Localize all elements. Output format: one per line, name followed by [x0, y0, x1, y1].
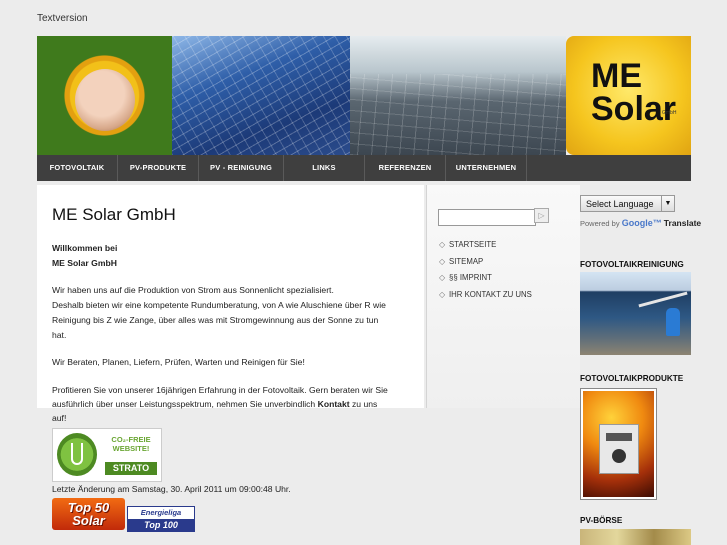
search-button[interactable]: ▷ — [534, 208, 549, 223]
kontakt-link[interactable]: Kontakt — [318, 399, 350, 409]
experience-line-1: Profitieren Sie von unserer 16jährigen E… — [52, 385, 388, 395]
sidebar-link-imprint[interactable]: ◇ §§ IMPRINT — [439, 273, 492, 282]
last-change-text: Letzte Änderung am Samstag, 30. April 20… — [52, 484, 291, 494]
intro-line-3: Reinigung bis Z wie Zange, über alles wa… — [52, 315, 379, 325]
nav-unternehmen[interactable]: UNTERNEHMEN — [446, 155, 527, 181]
product-photo[interactable] — [580, 388, 657, 500]
arrow-icon: ◇ — [439, 290, 446, 299]
arrow-icon: ◇ — [439, 240, 446, 249]
experience-line-3: auf! — [52, 413, 67, 423]
sidebar-link-startseite[interactable]: ◇ STARTSEITE — [439, 240, 496, 249]
intro-line-2: Deshalb bieten wir eine kompetente Rundu… — [52, 300, 386, 310]
sidebar-link-sitemap[interactable]: ◇ SITEMAP — [439, 257, 483, 266]
experience-text: ausführlich über unser Leistungsspektrum… — [52, 399, 318, 409]
plug-icon — [57, 433, 97, 476]
search-input[interactable] — [438, 209, 536, 226]
logo-text: ME Solar — [591, 57, 677, 128]
coins-photo[interactable] — [580, 529, 691, 545]
translate-link[interactable]: Translate — [664, 218, 701, 228]
nav-pv-reinigung[interactable]: PV - REINIGUNG — [199, 155, 284, 181]
energieliga-label: Energieliga — [140, 508, 182, 517]
strato-badge-brand: STRATO — [105, 462, 157, 475]
solar-roof-image — [350, 36, 566, 155]
powered-by-google: Powered by Google™ Translate — [580, 218, 702, 228]
logo-gmbh: GmbH — [662, 110, 677, 116]
main-navigation: FOTOVOLTAIK PV-PRODUKTE PV - REINIGUNG L… — [37, 155, 691, 181]
me-solar-logo[interactable]: ME Solar GmbH — [566, 36, 691, 155]
intro-line-1: Wir haben uns auf die Produktion von Str… — [52, 285, 334, 295]
nav-pv-produkte[interactable]: PV-PRODUKTE — [118, 155, 199, 181]
sidebar-link-kontakt[interactable]: ◇ IHR KONTAKT ZU UNS — [439, 290, 532, 299]
heading-fotovoltaikprodukte: FOTOVOLTAIKPRODUKTE — [580, 374, 684, 383]
nav-links[interactable]: LINKS — [284, 155, 365, 181]
nav-referenzen[interactable]: REFERENZEN — [365, 155, 446, 181]
experience-text-end: zu uns — [349, 399, 378, 409]
top50-solar-badge[interactable]: Top 50 Solar — [52, 498, 125, 530]
strato-badge-text: CO₂-FREIE WEBSITE! — [111, 435, 151, 453]
page-title: ME Solar GmbH — [52, 205, 176, 224]
nav-fotovoltaik[interactable]: FOTOVOLTAIK — [37, 155, 118, 181]
energieliga-top100: Top 100 — [128, 519, 194, 531]
energieliga-badge[interactable]: Energieliga Top 100 — [127, 506, 195, 532]
cleaning-person — [666, 308, 680, 336]
chevron-down-icon: ▼ — [661, 196, 674, 211]
header-banner: ME Solar GmbH — [37, 36, 691, 155]
textversion-link[interactable]: Textversion — [37, 13, 88, 24]
welcome-heading-1: Willkommen bei — [52, 243, 118, 253]
baby-face-image — [75, 69, 135, 131]
solar-panels-image — [172, 36, 350, 155]
arrow-icon: ◇ — [439, 257, 446, 266]
cleaning-photo[interactable] — [580, 272, 691, 355]
heading-pv-boerse: PV-BÖRSE — [580, 516, 623, 525]
strato-co2-badge[interactable]: CO₂-FREIE WEBSITE! STRATO — [52, 428, 162, 482]
arrow-icon: ◇ — [439, 273, 446, 282]
cleaning-pole — [638, 291, 688, 308]
heading-fotovoltaikreinigung: FOTOVOLTAIKREINIGUNG — [580, 260, 684, 269]
experience-line-2: ausführlich über unser Leistungsspektrum… — [52, 397, 422, 412]
language-select[interactable]: Select Language ▼ — [580, 195, 675, 212]
fire-switch-device — [599, 424, 639, 474]
services-line: Wir Beraten, Planen, Liefern, Prüfen, Wa… — [52, 357, 305, 367]
google-logo[interactable]: Google™ — [622, 218, 662, 228]
intro-line-4: hat. — [52, 330, 67, 340]
welcome-heading-2: ME Solar GmbH — [52, 258, 117, 268]
